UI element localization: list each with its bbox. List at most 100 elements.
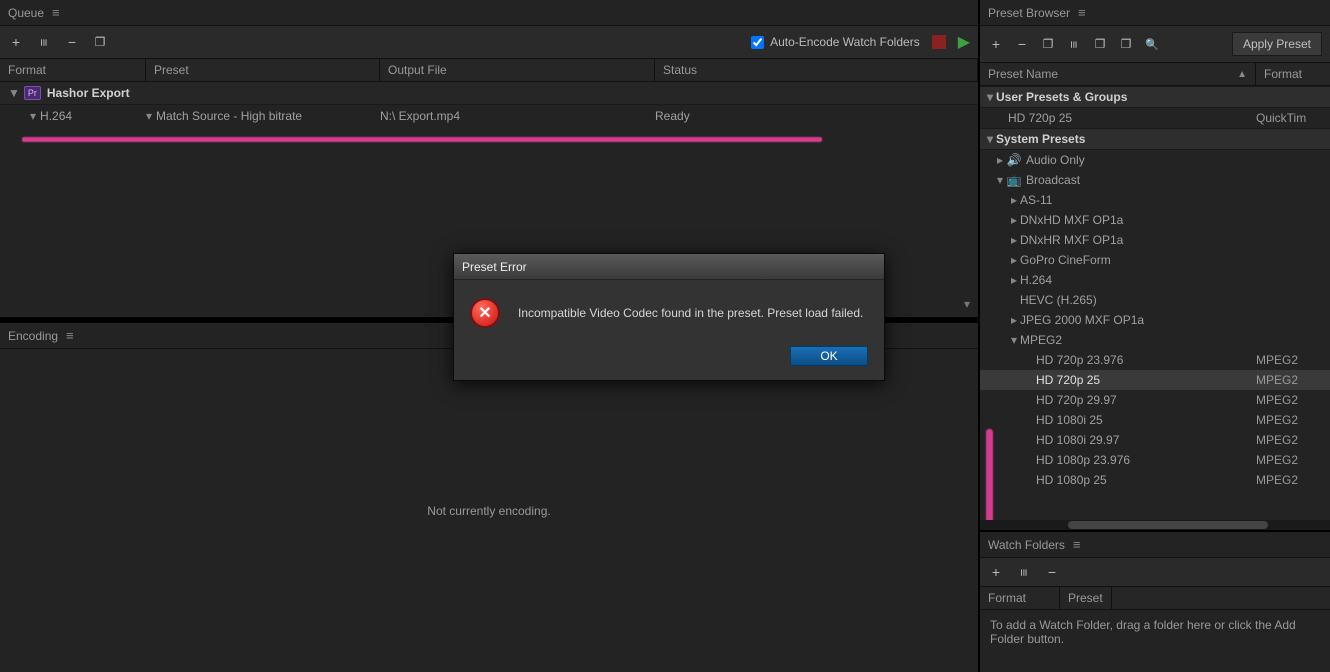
tree-group[interactable]: ▸GoPro CineForm: [980, 250, 1330, 270]
remove-folder-button[interactable]: [1044, 564, 1060, 580]
auto-encode-label: Auto-Encode Watch Folders: [770, 35, 920, 49]
add-folder-button[interactable]: [988, 564, 1004, 580]
chevron-down-icon: ▾: [1008, 333, 1020, 347]
panel-menu-icon[interactable]: [52, 5, 60, 20]
queue-col-headers: Format Preset Output File Status: [0, 58, 978, 82]
preset-h-scrollbar[interactable]: [980, 520, 1330, 530]
col-format[interactable]: Format: [0, 59, 146, 81]
chevron-right-icon: ▸: [994, 153, 1006, 167]
sort-up-icon: ▲: [1237, 69, 1247, 80]
encoding-empty-text: Not currently encoding.: [427, 504, 550, 518]
chevron-down-icon: ▾: [994, 173, 1006, 187]
wf-settings-button[interactable]: [1016, 564, 1032, 580]
stop-button[interactable]: [932, 35, 946, 49]
encoding-title: Encoding: [8, 329, 58, 343]
tree-group[interactable]: ▸JPEG 2000 MXF OP1a: [980, 310, 1330, 330]
preset-label: HD 1080p 23.976: [1036, 453, 1256, 467]
expand-arrow-icon[interactable]: ▼: [8, 86, 20, 100]
audio-icon: 🔊: [1006, 153, 1022, 167]
panel-menu-icon[interactable]: [66, 328, 74, 343]
tree-section-system[interactable]: ▾ System Presets: [980, 128, 1330, 150]
chevron-down-icon: ▾: [984, 90, 996, 104]
preset-label: HD 720p 29.97: [1036, 393, 1256, 407]
chevron-right-icon: ▸: [1008, 233, 1020, 247]
queue-item-output[interactable]: N:\ Export.mp4: [380, 109, 655, 123]
preset-label: HD 1080p 25: [1036, 473, 1256, 487]
error-icon: ✕: [470, 298, 500, 328]
queue-job-header[interactable]: ▼ Pr Hashor Export: [0, 82, 978, 105]
panel-menu-icon[interactable]: [1073, 537, 1081, 552]
watch-folders-title: Watch Folders: [988, 538, 1065, 552]
scroll-down-icon[interactable]: ▾: [964, 297, 970, 311]
col-preset[interactable]: Preset: [146, 59, 380, 81]
tree-group[interactable]: ▸ 🔊 Audio Only: [980, 150, 1330, 170]
watch-folders-headers: Format Preset: [980, 586, 1330, 610]
wf-col-format[interactable]: Format: [980, 587, 1060, 609]
tree-group[interactable]: ▸H.264: [980, 270, 1330, 290]
queue-settings-button[interactable]: [36, 34, 52, 50]
tree-preset-item[interactable]: HD 1080i 29.97MPEG2: [980, 430, 1330, 450]
col-status[interactable]: Status: [655, 59, 978, 81]
dropdown-arrow-icon[interactable]: ▾: [146, 109, 152, 123]
tree-preset-item[interactable]: HD 1080p 23.976MPEG2: [980, 450, 1330, 470]
tree-preset-item[interactable]: HD 1080i 25MPEG2: [980, 410, 1330, 430]
tree-group[interactable]: ▸AS-11: [980, 190, 1330, 210]
duplicate-button[interactable]: [92, 34, 108, 50]
add-source-button[interactable]: [8, 34, 24, 50]
col-output[interactable]: Output File: [380, 59, 655, 81]
tree-preset-item[interactable]: HD 1080p 25MPEG2: [980, 470, 1330, 490]
broadcast-icon: 📺: [1006, 173, 1022, 187]
tree-preset-item[interactable]: HD 720p 23.976MPEG2: [980, 350, 1330, 370]
delete-preset-button[interactable]: [1014, 36, 1030, 52]
preset-label: HD 1080i 25: [1036, 413, 1256, 427]
preset-label: HD 720p 23.976: [1036, 353, 1256, 367]
queue-item-row[interactable]: ▾H.264 ▾Match Source - High bitrate N:\ …: [0, 105, 978, 127]
tree-group[interactable]: ▸DNxHD MXF OP1a: [980, 210, 1330, 230]
chevron-right-icon: ▸: [1008, 313, 1020, 327]
tree-group[interactable]: ▾ 📺 Broadcast: [980, 170, 1330, 190]
premiere-badge-icon: Pr: [24, 86, 41, 100]
queue-toolbar: Auto-Encode Watch Folders ▶: [0, 26, 978, 58]
tree-group-mpeg2[interactable]: ▾MPEG2: [980, 330, 1330, 350]
chevron-down-icon: ▾: [984, 132, 996, 146]
tree-group[interactable]: HEVC (H.265): [980, 290, 1330, 310]
apply-preset-button[interactable]: Apply Preset: [1232, 32, 1322, 56]
tree-section-user[interactable]: ▾ User Presets & Groups: [980, 86, 1330, 108]
preset-tree[interactable]: ▾ User Presets & Groups HD 720p 25 Quick…: [980, 86, 1330, 520]
wf-col-preset[interactable]: Preset: [1060, 587, 1112, 609]
new-group-button[interactable]: [1040, 36, 1056, 52]
preset-browser-toolbar: Apply Preset: [980, 26, 1330, 62]
preset-format: MPEG2: [1256, 413, 1326, 427]
import-preset-button[interactable]: [1092, 36, 1108, 52]
queue-title: Queue: [8, 6, 44, 20]
dialog-message: Incompatible Video Codec found in the pr…: [518, 306, 863, 320]
auto-encode-checkbox[interactable]: Auto-Encode Watch Folders: [751, 35, 920, 49]
tree-group[interactable]: ▸DNxHR MXF OP1a: [980, 230, 1330, 250]
tree-preset-item[interactable]: HD 720p 25 QuickTim: [980, 108, 1330, 128]
scrollbar-thumb[interactable]: [1068, 521, 1268, 529]
export-preset-button[interactable]: [1118, 36, 1134, 52]
new-preset-button[interactable]: [988, 36, 1004, 52]
remove-button[interactable]: [64, 34, 80, 50]
preset-format: MPEG2: [1256, 433, 1326, 447]
preset-settings-button[interactable]: [1066, 36, 1082, 52]
tree-preset-item[interactable]: HD 720p 29.97MPEG2: [980, 390, 1330, 410]
dropdown-arrow-icon[interactable]: ▾: [30, 109, 36, 123]
chevron-right-icon: ▸: [1008, 193, 1020, 207]
preset-format: MPEG2: [1256, 393, 1326, 407]
preset-format: MPEG2: [1256, 373, 1326, 387]
preset-browser-panel: Preset Browser Apply Preset Preset Name▲…: [980, 0, 1330, 530]
panel-menu-icon[interactable]: [1078, 5, 1086, 20]
start-queue-button[interactable]: ▶: [958, 32, 970, 52]
preset-format: MPEG2: [1256, 473, 1326, 487]
dialog-titlebar[interactable]: Preset Error: [454, 254, 884, 280]
annotation-highlight-vertical: [986, 429, 993, 520]
search-icon[interactable]: [1144, 36, 1160, 52]
queue-item-preset: Match Source - High bitrate: [156, 109, 302, 123]
chevron-right-icon: ▸: [1008, 213, 1020, 227]
watch-folders-panel: Watch Folders Format Preset To add a Wat…: [980, 530, 1330, 672]
ok-button[interactable]: OK: [790, 346, 868, 366]
tree-preset-item[interactable]: HD 720p 25MPEG2: [980, 370, 1330, 390]
col-preset-format[interactable]: Format: [1256, 63, 1330, 85]
col-preset-name[interactable]: Preset Name▲: [980, 63, 1256, 85]
